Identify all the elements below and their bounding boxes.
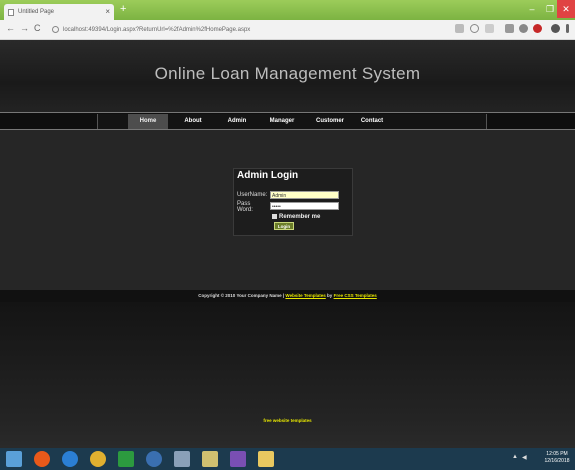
browser-tab[interactable]: Untitled Page × bbox=[4, 4, 114, 20]
reload-button[interactable]: C bbox=[34, 23, 41, 33]
app-icon[interactable] bbox=[118, 451, 134, 467]
extension-circle-icon[interactable] bbox=[519, 24, 528, 33]
menu-item-contact[interactable]: Contact bbox=[356, 114, 388, 129]
url-input[interactable]: localhost:49394/Login.aspx?ReturnUrl=%2f… bbox=[52, 23, 447, 37]
info-icon[interactable] bbox=[52, 25, 59, 33]
main-menu: Home About Admin Manager Customer Contac… bbox=[97, 114, 487, 129]
site-header: Online Loan Management System bbox=[0, 40, 575, 112]
chat-icon[interactable] bbox=[146, 451, 162, 467]
close-window-button[interactable]: ✕ bbox=[557, 0, 575, 18]
minimize-button[interactable]: – bbox=[523, 0, 541, 18]
clock[interactable]: 12:05 PM 12/16/2018 bbox=[540, 451, 574, 465]
remember-me[interactable]: Remember me bbox=[272, 214, 320, 220]
firefox-icon[interactable] bbox=[34, 451, 50, 467]
back-button[interactable]: ← bbox=[6, 23, 15, 33]
menu-item-home[interactable]: Home bbox=[128, 114, 168, 129]
opera-icon[interactable] bbox=[533, 24, 542, 33]
site-title: Online Loan Management System bbox=[154, 64, 421, 83]
website-templates-link[interactable]: Website Templates bbox=[285, 293, 325, 298]
url-text: localhost:49394/Login.aspx?ReturnUrl=%2f… bbox=[63, 27, 251, 33]
document-icon[interactable] bbox=[174, 451, 190, 467]
remember-label: Remember me bbox=[279, 214, 321, 221]
free-css-templates-link[interactable]: Free CSS Templates bbox=[334, 293, 377, 298]
volume-icon[interactable]: ◀ bbox=[522, 454, 527, 461]
nav-strip: Home About Admin Manager Customer Contac… bbox=[0, 112, 575, 130]
paint-icon[interactable] bbox=[202, 451, 218, 467]
star-icon[interactable] bbox=[485, 24, 494, 33]
login-title: Admin Login bbox=[237, 170, 299, 181]
forward-button[interactable]: → bbox=[20, 23, 29, 33]
edge-icon[interactable] bbox=[62, 451, 78, 467]
taskbar: ▲ ◀ 12:05 PM 12/16/2018 bbox=[0, 448, 575, 470]
file-explorer-icon[interactable] bbox=[258, 451, 274, 467]
browser-tab-bar: Untitled Page × + – ❐ ✕ bbox=[0, 0, 575, 20]
menu-item-customer[interactable]: Customer bbox=[310, 114, 350, 129]
page-icon bbox=[8, 9, 14, 16]
new-tab-button[interactable]: + bbox=[120, 3, 126, 15]
menu-item-manager[interactable]: Manager bbox=[264, 114, 300, 129]
username-input[interactable]: Admin bbox=[270, 191, 339, 199]
address-bar: ← → C localhost:49394/Login.aspx?ReturnU… bbox=[0, 20, 575, 40]
tab-title: Untitled Page bbox=[18, 9, 55, 15]
profile-icon[interactable] bbox=[551, 24, 560, 33]
free-templates-link[interactable]: free website templates bbox=[0, 418, 575, 423]
extension-icon[interactable] bbox=[505, 24, 514, 33]
password-label-line2: Word: bbox=[237, 207, 253, 213]
copyright-text: Copyright © 2010 Your Company Name | bbox=[198, 293, 285, 298]
footer-bar: Copyright © 2010 Your Company Name | Web… bbox=[0, 290, 575, 302]
clock-date: 12/16/2018 bbox=[544, 458, 570, 464]
site-footer bbox=[0, 302, 575, 448]
chrome-icon[interactable] bbox=[90, 451, 106, 467]
menu-item-about[interactable]: About bbox=[178, 114, 208, 129]
web-page: Online Loan Management System Home About… bbox=[0, 40, 575, 448]
by-text: by bbox=[327, 293, 333, 298]
windows-start-icon[interactable] bbox=[6, 451, 22, 467]
copyright-line: Copyright © 2010 Your Company Name | Web… bbox=[0, 293, 575, 298]
password-input[interactable]: ••••• bbox=[270, 202, 339, 210]
menu-dots-icon[interactable] bbox=[566, 24, 569, 33]
search-icon[interactable] bbox=[470, 24, 479, 33]
network-icon[interactable]: ▲ bbox=[512, 454, 518, 460]
clock-time: 12:05 PM bbox=[546, 451, 568, 457]
visual-studio-icon[interactable] bbox=[230, 451, 246, 467]
close-tab-icon[interactable]: × bbox=[105, 4, 110, 20]
remember-checkbox[interactable] bbox=[272, 214, 277, 219]
login-button[interactable]: Login bbox=[274, 222, 294, 230]
key-icon[interactable] bbox=[455, 24, 464, 33]
login-panel: Admin Login UserName: Admin Pass Word: •… bbox=[233, 168, 353, 236]
menu-item-admin[interactable]: Admin bbox=[222, 114, 252, 129]
username-label: UserName: bbox=[237, 192, 268, 198]
